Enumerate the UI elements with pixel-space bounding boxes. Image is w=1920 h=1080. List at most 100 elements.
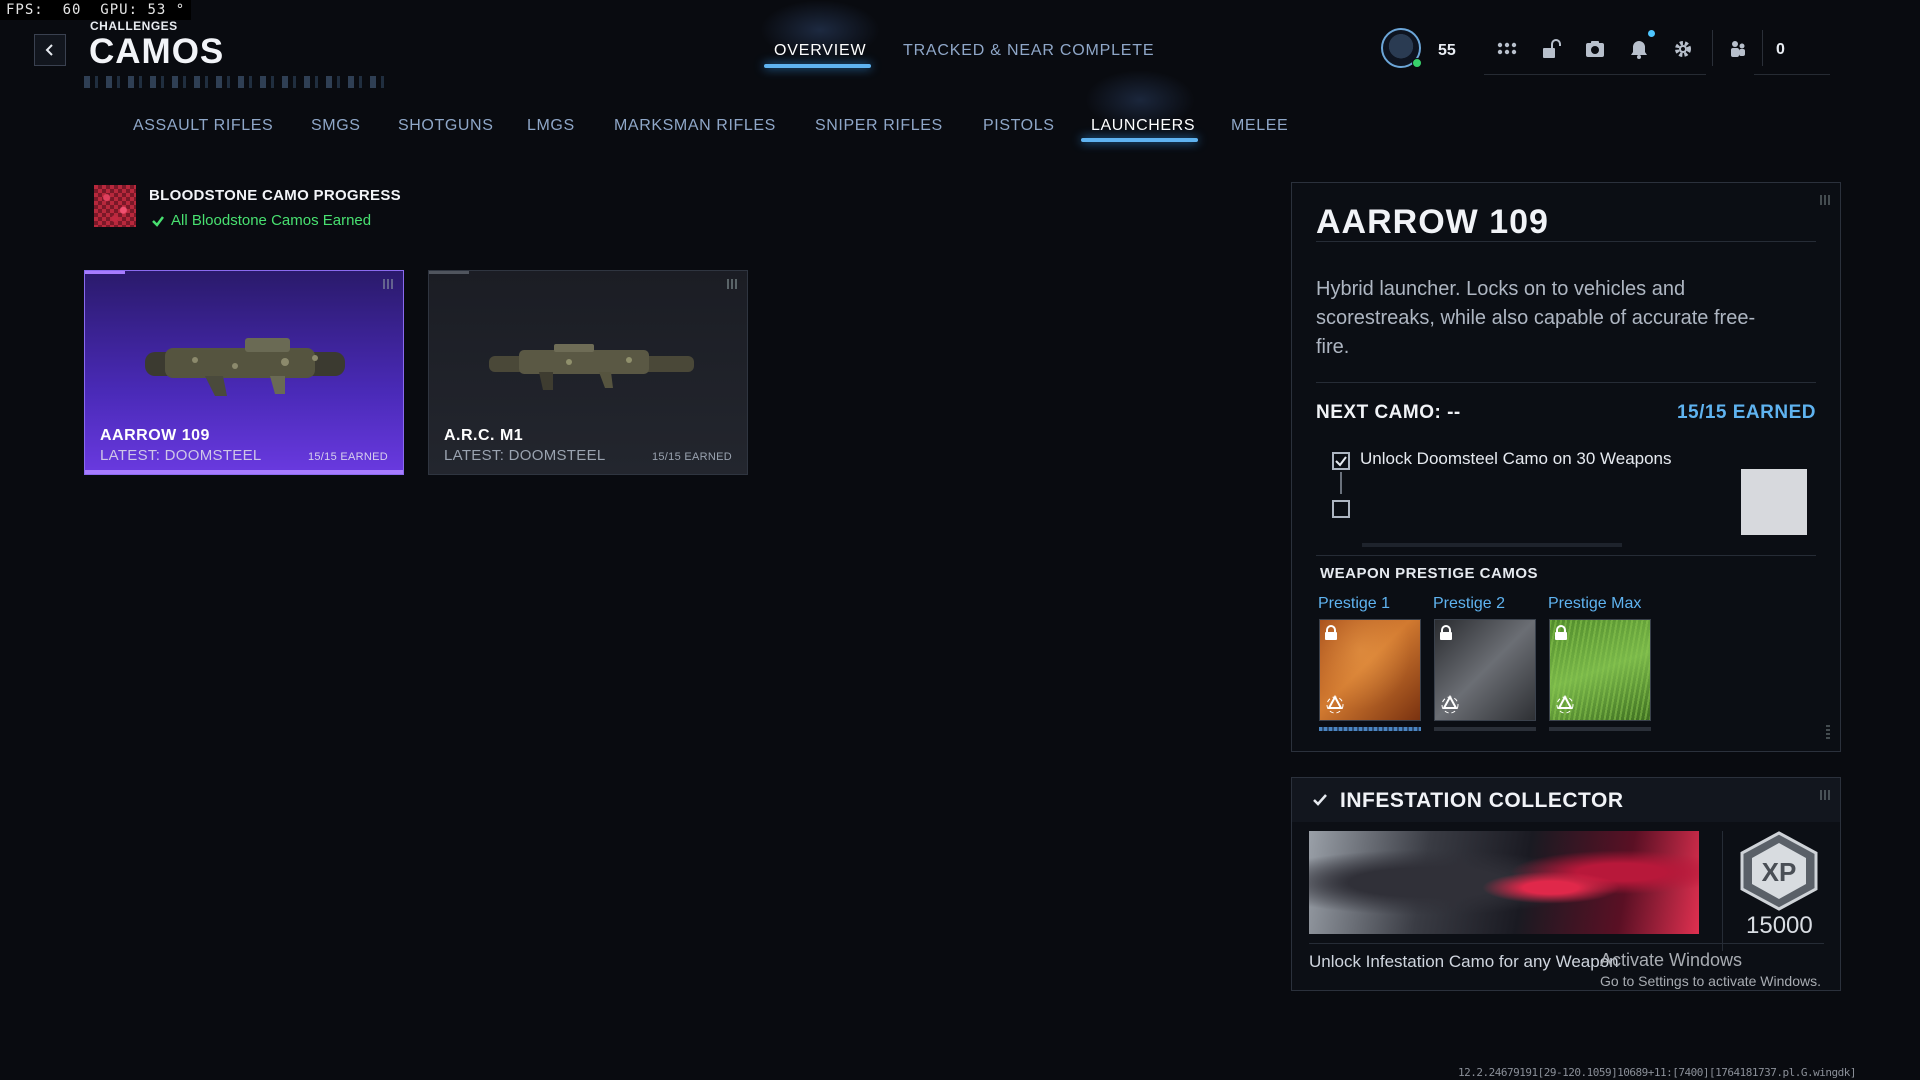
challenge-checkbox-checked[interactable] <box>1332 452 1350 470</box>
activate-windows-title: Activate Windows <box>1600 950 1743 970</box>
grid-icon <box>1820 790 1830 800</box>
category-melee[interactable]: MELEE <box>1231 117 1288 135</box>
header-separator <box>1762 30 1763 66</box>
fps-value: 60 <box>62 2 82 18</box>
bloodstone-title: BLOODSTONE CAMO PROGRESS <box>149 187 401 204</box>
detail-earned-count: 15/15 EARNED <box>1676 402 1816 423</box>
grid-icon <box>1497 42 1517 55</box>
unlock-button[interactable] <box>1538 36 1564 62</box>
checkmark-icon <box>1313 794 1327 806</box>
lock-icon <box>1325 625 1337 640</box>
lock-icon <box>1440 625 1452 640</box>
infestation-collector-panel: INFESTATION COLLECTOR XP 15000 Unlock In… <box>1291 777 1841 991</box>
grid-icon <box>727 279 737 289</box>
category-launchers[interactable]: LAUNCHERS <box>1091 117 1195 135</box>
prestige-1-label: Prestige 1 <box>1318 595 1391 612</box>
next-camo-label: NEXT CAMO: -- <box>1316 402 1461 423</box>
online-status-dot <box>1412 58 1422 68</box>
launcher-weapon-image <box>489 344 694 390</box>
weapon-card-aarrow-109[interactable]: AARROW 109 LATEST: DOOMSTEEL 15/15 EARNE… <box>84 270 404 475</box>
card-selected-bar <box>85 470 403 474</box>
challenge-connector <box>1340 472 1342 494</box>
prestige-heading: WEAPON PRESTIGE CAMOS <box>1320 565 1539 582</box>
lock-icon <box>1555 625 1567 640</box>
bloodstone-status: All Bloodstone Camos Earned <box>151 212 371 229</box>
recycle-icon <box>1441 694 1459 714</box>
player-level: 55 <box>1438 42 1456 59</box>
tab-overview[interactable]: OVERVIEW <box>774 42 866 60</box>
bloodstone-status-text: All Bloodstone Camos Earned <box>171 212 372 229</box>
header-divider <box>1754 74 1830 75</box>
panel-handle <box>1826 725 1830 741</box>
category-smgs[interactable]: SMGS <box>311 117 361 135</box>
grid-icon <box>1820 195 1830 205</box>
prestige-1-progress <box>1319 727 1421 731</box>
gpu-value: 53 ° <box>147 2 186 18</box>
chevron-left-icon <box>45 44 53 56</box>
tab-overview-underline <box>764 64 871 68</box>
tab-tracked[interactable]: TRACKED & NEAR COMPLETE <box>903 42 1154 60</box>
page-eyebrow: CHALLENGES <box>90 19 178 33</box>
title-decoration <box>84 76 384 88</box>
party-icon <box>1731 41 1745 57</box>
weapon-earned-count: 15/15 EARNED <box>307 451 388 463</box>
fps-overlay: FPS: 60 GPU: 53 ° <box>0 0 192 20</box>
prestige-max-camo[interactable] <box>1549 619 1651 721</box>
recycle-icon <box>1556 694 1574 714</box>
launcher-weapon-image <box>145 338 345 396</box>
category-sniper-rifles[interactable]: SNIPER RIFLES <box>815 117 943 135</box>
infestation-title: INFESTATION COLLECTOR <box>1340 789 1624 812</box>
weapon-name: AARROW 109 <box>100 427 210 444</box>
unlock-icon <box>1543 39 1561 58</box>
category-launchers-underline <box>1081 138 1198 142</box>
challenge-checkbox-unchecked[interactable] <box>1332 500 1350 518</box>
recycle-icon <box>1326 694 1344 714</box>
header-separator <box>1712 30 1713 66</box>
prestige-1-camo[interactable] <box>1319 619 1421 721</box>
infestation-divider <box>1722 831 1723 951</box>
camera-button[interactable] <box>1582 36 1608 62</box>
card-top-accent <box>85 271 125 274</box>
weapon-card-arc-m1[interactable]: A.R.C. M1 LATEST: DOOMSTEEL 15/15 EARNED <box>428 270 748 475</box>
prestige-max-progress <box>1549 727 1651 731</box>
back-button[interactable] <box>34 34 66 66</box>
category-shotguns[interactable]: SHOTGUNS <box>398 117 493 135</box>
grid-icon <box>383 279 393 289</box>
header-divider <box>1484 74 1706 75</box>
detail-divider <box>1316 555 1816 556</box>
settings-button[interactable] <box>1670 36 1696 62</box>
detail-divider <box>1316 382 1816 383</box>
weapon-latest-camo: LATEST: DOOMSTEEL <box>444 447 606 464</box>
category-pistols[interactable]: PISTOLS <box>983 117 1055 135</box>
weapon-name: A.R.C. M1 <box>444 427 524 444</box>
gpu-label: GPU: <box>100 2 139 18</box>
category-assault-rifles[interactable]: ASSAULT RIFLES <box>133 117 273 135</box>
weapon-earned-count: 15/15 EARNED <box>651 451 732 463</box>
infestation-divider <box>1309 943 1824 944</box>
checkmark-icon <box>152 215 164 227</box>
weapon-detail-panel: AARROW 109 Hybrid launcher. Locks on to … <box>1291 182 1841 752</box>
bloodstone-camo-thumbnail <box>94 185 136 227</box>
prestige-2-label: Prestige 2 <box>1433 595 1506 612</box>
grid-button[interactable] <box>1494 36 1520 62</box>
detail-title: AARROW 109 <box>1316 203 1549 241</box>
detail-divider <box>1316 241 1816 242</box>
bell-icon <box>1631 41 1647 59</box>
category-marksman-rifles[interactable]: MARKSMAN RIFLES <box>614 117 776 135</box>
challenge-label: Unlock Doomsteel Camo on 30 Weapons <box>1360 449 1672 468</box>
infestation-description: Unlock Infestation Camo for any Weapon <box>1309 952 1619 971</box>
detail-description: Hybrid launcher. Locks on to vehicles an… <box>1316 278 1756 358</box>
party-count: 0 <box>1776 41 1785 58</box>
gear-icon <box>1675 41 1691 57</box>
notification-dot <box>1648 30 1655 37</box>
checkmark-icon <box>1335 456 1347 467</box>
page-title: CAMOS <box>89 32 225 71</box>
prestige-2-progress <box>1434 727 1536 731</box>
notifications-button[interactable] <box>1626 36 1652 62</box>
category-lmgs[interactable]: LMGS <box>527 117 575 135</box>
challenge-progress-bar <box>1362 543 1622 547</box>
party-button[interactable] <box>1725 36 1751 62</box>
xp-badge-label: XP <box>1762 857 1797 887</box>
prestige-2-camo[interactable] <box>1434 619 1536 721</box>
camo-reward-preview <box>1741 469 1807 535</box>
